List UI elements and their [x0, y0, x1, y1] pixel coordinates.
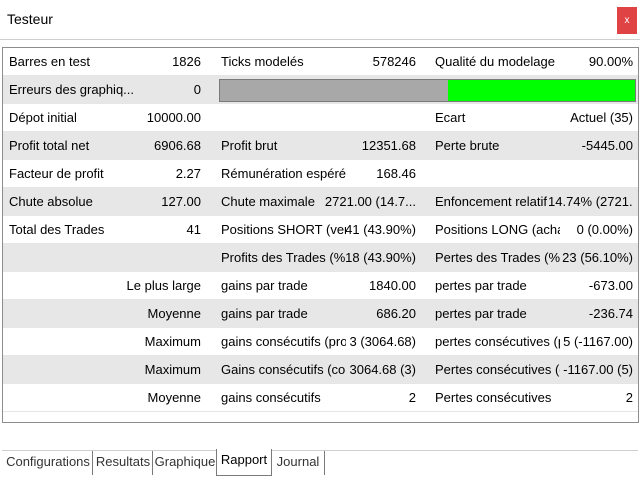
cell-value: Actuel (35) — [570, 110, 633, 125]
report-row: Facteur de profit 2.27 Rémunération espé… — [3, 160, 638, 188]
window-title: Testeur — [7, 11, 53, 27]
cell-value: 12351.68 — [361, 138, 416, 153]
cell-label: Moyenne — [147, 390, 201, 405]
report-row: Le plus large gains par trade 1840.00 pe… — [3, 272, 638, 300]
cell-value: -5445.00 — [581, 138, 633, 153]
cell-value: 168.46 — [376, 166, 416, 181]
cell-value: 6906.68 — [154, 138, 201, 153]
cell-value — [548, 160, 633, 188]
cell-value: -1167.00 (5) — [563, 362, 633, 377]
cell-value — [103, 244, 201, 272]
cell-value: 2.27 — [175, 166, 201, 181]
cell-value: 2 — [408, 390, 416, 405]
cell-label: Maximum — [144, 334, 201, 349]
cell-value: 41 — [186, 222, 201, 237]
cell-value: 5 (-1167.00) — [563, 334, 633, 349]
tab-journal[interactable]: Journal — [272, 451, 325, 475]
cell-value: 3 (3064.68) — [349, 334, 417, 349]
close-button[interactable]: x — [617, 7, 637, 34]
cell-label: Le plus large — [126, 278, 201, 293]
tab-resultats[interactable]: Resultats — [94, 451, 153, 475]
cell-value: 1826 — [172, 54, 201, 69]
cell-label: Ecart — [435, 110, 466, 125]
cell-value: 41 (43.90%) — [345, 222, 416, 237]
cell-value: -673.00 — [588, 278, 633, 293]
cell-label: Positions LONG (achat) ... — [435, 222, 560, 237]
cell-value: 0 (0.00%) — [576, 222, 633, 237]
report-row: Moyenne gains consécutifs 2 Pertes consé… — [3, 384, 638, 412]
cell-label: pertes par trade — [435, 278, 527, 293]
cell-value: 23 (56.10%) — [562, 250, 633, 265]
cell-value: 686.20 — [376, 306, 416, 321]
quality-bar-gray — [220, 80, 448, 101]
cell-value: 578246 — [372, 54, 416, 69]
cell-value: 10000.00 — [146, 110, 201, 125]
cell-value: 127.00 — [161, 194, 201, 209]
cell-label: Qualité du modelage — [435, 54, 555, 69]
cell-label: Perte brute — [435, 138, 500, 153]
cell-value: 2721.00 (14.7... — [324, 194, 416, 209]
report-row: Profit total net 6906.68 Profit brut 123… — [3, 132, 638, 160]
cell-value: -236.74 — [588, 306, 633, 321]
cell-label: Pertes des Trades (% du... — [435, 250, 560, 265]
cell-value: 1840.00 — [369, 278, 416, 293]
cell-label: Moyenne — [147, 306, 201, 321]
quality-bar-green — [448, 80, 635, 101]
cell-label: Enfoncement relatif — [435, 194, 548, 209]
tab-graphique[interactable]: Graphique — [154, 451, 216, 475]
report-row: Total des Trades 41 Positions SHORT (ven… — [3, 216, 638, 244]
report-row: Moyenne gains par trade 686.20 pertes pa… — [3, 300, 638, 328]
cell-value: 14.74% (2721.... — [548, 194, 633, 209]
cell-label — [435, 160, 560, 188]
cell-value: 90.00% — [588, 54, 633, 69]
cell-value — [313, 104, 416, 132]
cell-label: pertes par trade — [435, 306, 527, 321]
cell-value: 3064.68 (3) — [349, 362, 417, 377]
tab-configurations[interactable]: Configurations — [4, 451, 93, 475]
modeling-quality-bar — [219, 79, 636, 102]
report-row: Maximum Gains consécutifs (coup... 3064.… — [3, 356, 638, 384]
title-bar: Testeur x — [0, 0, 640, 40]
report-row: Profits des Trades (% du... 18 (43.90%) … — [3, 244, 638, 272]
cell-label: Pertes consécutives — [435, 390, 552, 405]
report-row: Dépot initial 10000.00 Ecart Actuel (35) — [3, 104, 638, 132]
cell-label: pertes consécutives (pe... — [435, 334, 560, 349]
close-icon: x — [624, 15, 630, 26]
cell-value: 18 (43.90%) — [345, 250, 416, 265]
report-panel: Barres en test 1826 Ticks modelés 578246… — [2, 47, 639, 423]
report-row: Maximum gains consécutifs (profi... 3 (3… — [3, 328, 638, 356]
cell-label: Pertes consécutives (co... — [435, 362, 560, 377]
tab-bar: Configurations Resultats Graphique Rappo… — [0, 423, 640, 480]
cell-value: 2 — [625, 390, 633, 405]
tab-rapport[interactable]: Rapport — [216, 449, 272, 476]
cell-label: Maximum — [144, 362, 201, 377]
report-row: Chute absolue 127.00 Chute maximale 2721… — [3, 188, 638, 216]
report-row: Barres en test 1826 Ticks modelés 578246… — [3, 48, 638, 76]
cell-value: 0 — [193, 82, 201, 97]
